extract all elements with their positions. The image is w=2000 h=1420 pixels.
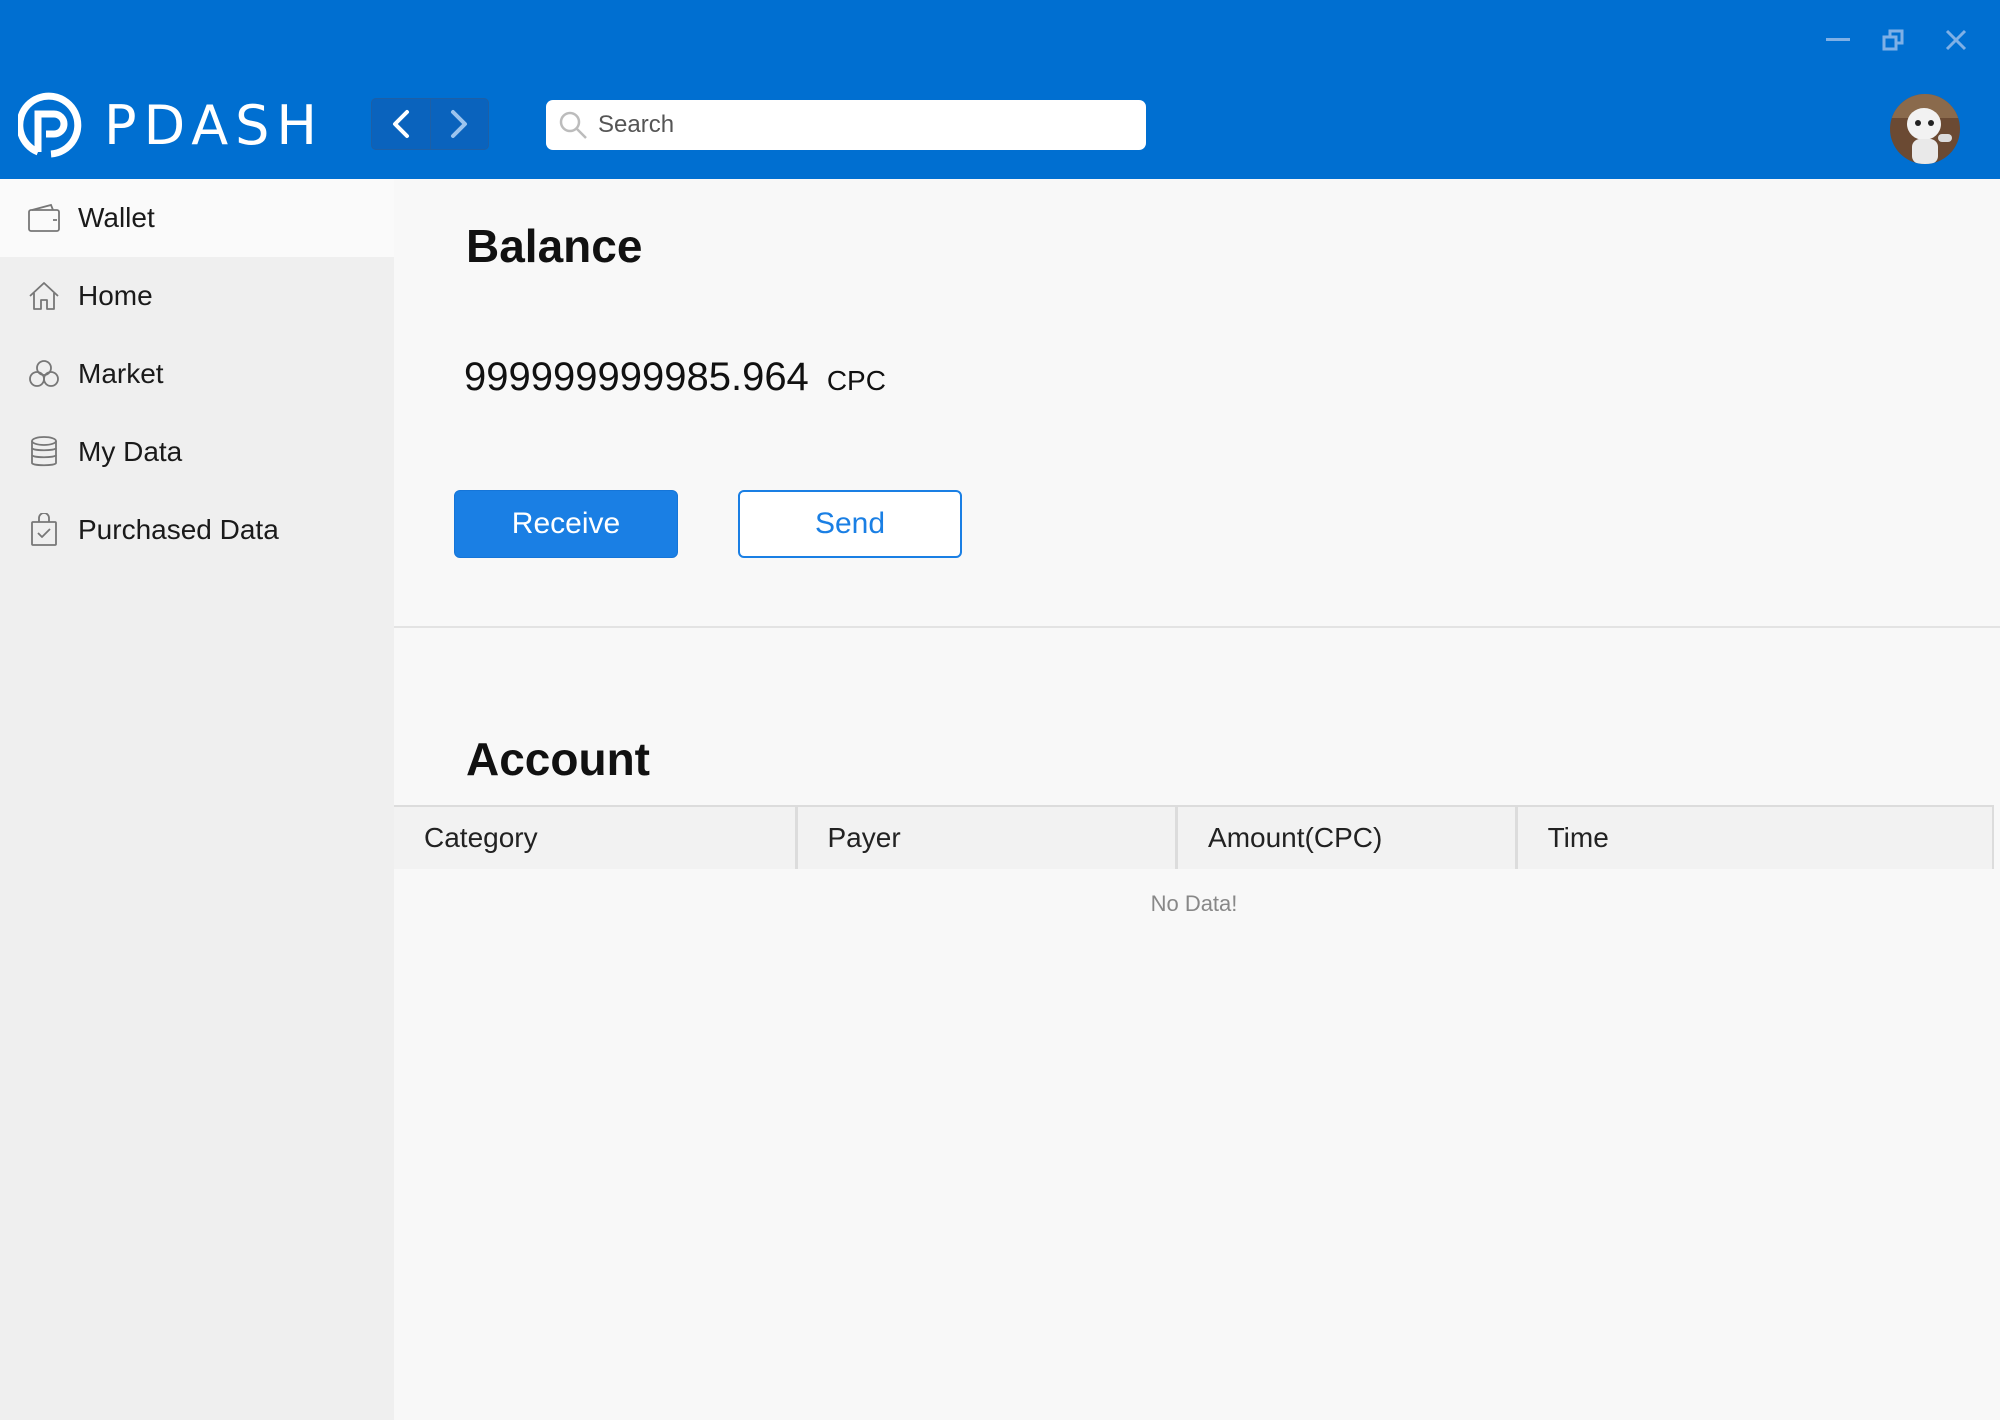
app-header: PDASH [0,0,2000,179]
column-header-payer[interactable]: Payer [798,807,1179,869]
table-empty-text: No Data! [1150,891,1238,916]
sidebar-item-label: Purchased Data [78,514,279,545]
table-header: Category Payer Amount(CPC) Time [394,805,1994,869]
send-button[interactable]: Send [738,490,962,558]
sidebar: Wallet Home Market My Data Purchased Dat… [0,179,394,1420]
close-icon[interactable] [1938,22,1974,58]
sidebar-item-label: Market [78,358,164,389]
back-button[interactable] [372,99,430,149]
section-divider [394,626,2000,628]
chevron-left-icon [392,110,409,138]
app-name: PDASH [104,93,325,157]
sidebar-item-purchased-data[interactable]: Purchased Data [0,491,394,569]
restore-icon[interactable] [1876,22,1912,58]
purchased-bag-icon [26,512,62,548]
balance-display: 999999999985.964 CPC [464,355,886,400]
column-header-category[interactable]: Category [394,807,798,869]
balance-unit: CPC [826,365,886,396]
balance-title: Balance [466,220,643,272]
sidebar-item-my-data[interactable]: My Data [0,413,394,491]
account-table: Category Payer Amount(CPC) Time No Data! [394,805,1994,917]
balance-amount: 999999999985.964 [464,355,809,399]
history-nav [371,98,489,150]
sidebar-item-label: Wallet [78,202,155,233]
home-icon [26,278,62,314]
search-box[interactable] [546,100,1146,150]
robot-avatar-icon [1890,94,1960,164]
database-icon [26,434,62,470]
account-title: Account [466,733,650,785]
minimize-icon[interactable] [1820,22,1856,58]
sidebar-item-market[interactable]: Market [0,335,394,413]
pdash-logo-icon [18,92,82,158]
search-icon [559,111,587,139]
main-content: Balance 999999999985.964 CPC Receive Sen… [394,179,2000,1420]
app-logo: PDASH [18,92,324,158]
wallet-icon [26,200,62,236]
forward-button[interactable] [429,99,489,149]
chevron-right-icon [451,110,468,138]
column-header-time[interactable]: Time [1518,807,1994,869]
search-input[interactable] [598,111,1118,139]
sidebar-item-wallet[interactable]: Wallet [0,179,394,257]
sidebar-item-label: My Data [78,436,183,467]
sidebar-item-label: Home [78,280,153,311]
sidebar-item-home[interactable]: Home [0,257,394,335]
avatar[interactable] [1890,94,1960,164]
column-header-amount[interactable]: Amount(CPC) [1178,807,1518,869]
market-icon [26,356,62,392]
receive-button[interactable]: Receive [454,490,678,558]
